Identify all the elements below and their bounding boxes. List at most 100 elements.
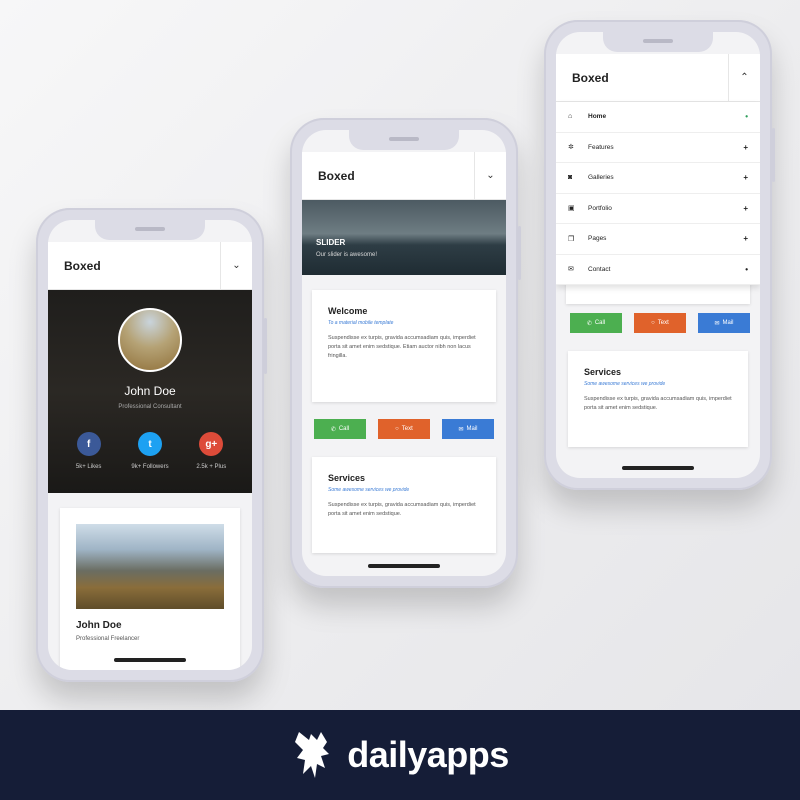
envelope-icon: ✉ bbox=[568, 266, 574, 274]
card-subtitle: Some awesome services we provide bbox=[328, 487, 410, 493]
pages-icon: ❐ bbox=[568, 235, 575, 243]
chevron-up-icon[interactable]: ⌃ bbox=[728, 54, 760, 101]
text-button[interactable]: ○ Text bbox=[634, 313, 686, 333]
menu-label: Home bbox=[588, 113, 607, 121]
brand-banner: dailyapps bbox=[0, 710, 800, 800]
phone-notch bbox=[349, 130, 459, 150]
phone-screen: Boxed ⌄ SLIDER Our slider is awesome! We… bbox=[302, 130, 506, 576]
card-subtitle: Professional Freelancer bbox=[76, 636, 140, 642]
menu-item-portfolio[interactable]: ▣ Portfolio + bbox=[556, 194, 760, 224]
card-subtitle: To a material mobile template bbox=[328, 320, 394, 326]
contact-buttons: ✆ Call ○ Text ✉ Mail bbox=[570, 313, 750, 333]
slider-subtitle: Our slider is awesome! bbox=[316, 252, 378, 258]
button-label: Call bbox=[594, 320, 606, 326]
social-label: 5k+ Likes bbox=[75, 464, 102, 470]
menu-item-features[interactable]: ✲ Features + bbox=[556, 133, 760, 163]
mail-button[interactable]: ✉ Mail bbox=[442, 419, 494, 439]
chevron-down-icon[interactable]: ⌄ bbox=[220, 242, 252, 289]
camera-icon: ◙ bbox=[568, 174, 573, 182]
plus-icon: + bbox=[743, 142, 748, 152]
avatar bbox=[118, 308, 182, 372]
phone-notch bbox=[95, 220, 205, 240]
menu-item-home[interactable]: ⌂ Home • bbox=[556, 102, 760, 133]
mail-icon: ✉ bbox=[458, 426, 464, 433]
card-text: Suspendisse ex turpis, gravida accumsadi… bbox=[584, 396, 732, 411]
dot-icon: • bbox=[745, 264, 748, 274]
mail-icon: ✉ bbox=[714, 320, 720, 327]
button-label: Text bbox=[401, 426, 413, 432]
nav-menu: ⌂ Home • ✲ Features + ◙ Galleries + ▣ Po… bbox=[556, 102, 760, 285]
plus-icon: + bbox=[743, 203, 748, 213]
app-title: Boxed bbox=[64, 258, 101, 273]
mockup-scene: Boxed ⌄ John Doe Professional Consultant… bbox=[0, 0, 800, 710]
button-label: Mail bbox=[722, 320, 734, 326]
home-indicator bbox=[368, 564, 440, 568]
chevron-down-icon[interactable]: ⌄ bbox=[474, 152, 506, 199]
dailyapps-logo-icon bbox=[295, 732, 330, 778]
app-header: Boxed ⌄ bbox=[302, 152, 506, 200]
profile-header: John Doe Professional Consultant f 5k+ L… bbox=[48, 290, 252, 493]
google-plus-icon: g+ bbox=[199, 432, 224, 456]
hero-slider[interactable]: SLIDER Our slider is awesome! bbox=[302, 200, 506, 275]
services-card: Services Some awesome services we provid… bbox=[568, 351, 748, 447]
card-title: Welcome bbox=[328, 306, 368, 316]
landscape-photo bbox=[76, 524, 224, 609]
profile-name: John Doe bbox=[124, 384, 176, 398]
twitter-icon: t bbox=[137, 432, 162, 456]
social-label: 2.5k + Plus bbox=[196, 464, 227, 470]
image-icon: ▣ bbox=[568, 205, 575, 213]
home-indicator bbox=[622, 466, 694, 470]
menu-item-contact[interactable]: ✉ Contact • bbox=[556, 255, 760, 285]
card-text: Suspendisse ex turpis, gravida accumsadi… bbox=[328, 335, 476, 359]
slider-title: SLIDER bbox=[316, 238, 346, 247]
menu-label: Pages bbox=[588, 235, 607, 243]
social-stats: f 5k+ Likes t 9k+ Followers g+ 2.5k + Pl… bbox=[48, 410, 252, 470]
button-label: Call bbox=[338, 426, 350, 432]
contact-buttons: ✆ Call ○ Text ✉ Mail bbox=[314, 419, 494, 439]
button-label: Mail bbox=[466, 426, 478, 432]
social-google-plus[interactable]: g+ 2.5k + Plus bbox=[181, 432, 241, 470]
phone-screen: Boxed ⌄ John Doe Professional Consultant… bbox=[48, 220, 252, 670]
call-button[interactable]: ✆ Call bbox=[314, 419, 366, 439]
menu-label: Contact bbox=[588, 265, 611, 273]
phone-icon: ✆ bbox=[330, 426, 336, 433]
button-label: Text bbox=[657, 320, 669, 326]
card-subtitle: Some awesome services we provide bbox=[584, 381, 666, 387]
home-indicator bbox=[114, 658, 186, 662]
menu-label: Portfolio bbox=[588, 204, 612, 212]
phone-icon: ✆ bbox=[586, 320, 592, 327]
phone-screen: Boxed ⌃ ⌂ Home • ✲ Features + ◙ Gallerie… bbox=[556, 32, 760, 478]
chat-icon: ○ bbox=[395, 426, 399, 432]
menu-item-pages[interactable]: ❐ Pages + bbox=[556, 224, 760, 255]
social-twitter[interactable]: t 9k+ Followers bbox=[120, 432, 180, 470]
card-name: John Doe bbox=[76, 620, 122, 631]
app-header: Boxed ⌄ bbox=[48, 242, 252, 290]
phone-profile: Boxed ⌄ John Doe Professional Consultant… bbox=[36, 208, 267, 682]
menu-label: Features bbox=[588, 143, 614, 151]
menu-item-galleries[interactable]: ◙ Galleries + bbox=[556, 163, 760, 194]
app-header: Boxed ⌃ bbox=[556, 54, 760, 102]
brand-name: dailyapps bbox=[347, 734, 509, 775]
chat-icon: ○ bbox=[651, 320, 655, 326]
menu-label: Galleries bbox=[588, 174, 614, 182]
call-button[interactable]: ✆ Call bbox=[570, 313, 622, 333]
card-text: Suspendisse ex turpis, gravida accumsadi… bbox=[328, 502, 476, 517]
app-title: Boxed bbox=[572, 70, 609, 85]
gear-icon: ✲ bbox=[568, 144, 574, 152]
app-title: Boxed bbox=[318, 168, 355, 183]
plus-icon: + bbox=[743, 173, 748, 183]
card-title: Services bbox=[328, 473, 366, 483]
services-card: Services Some awesome services we provid… bbox=[312, 457, 496, 553]
social-facebook[interactable]: f 5k+ Likes bbox=[59, 432, 119, 470]
social-label: 9k+ Followers bbox=[131, 464, 169, 470]
welcome-card: Welcome To a material mobile template Su… bbox=[312, 290, 496, 402]
facebook-icon: f bbox=[76, 432, 101, 456]
text-button[interactable]: ○ Text bbox=[378, 419, 430, 439]
freelancer-card: John Doe Professional Freelancer bbox=[60, 508, 240, 670]
phone-home: Boxed ⌄ SLIDER Our slider is awesome! We… bbox=[290, 118, 521, 588]
mail-button[interactable]: ✉ Mail bbox=[698, 313, 750, 333]
active-dot-icon: • bbox=[745, 112, 748, 122]
phone-menu: Boxed ⌃ ⌂ Home • ✲ Features + ◙ Gallerie… bbox=[544, 20, 775, 490]
card-title: Services bbox=[584, 367, 622, 377]
phone-notch bbox=[603, 32, 713, 52]
